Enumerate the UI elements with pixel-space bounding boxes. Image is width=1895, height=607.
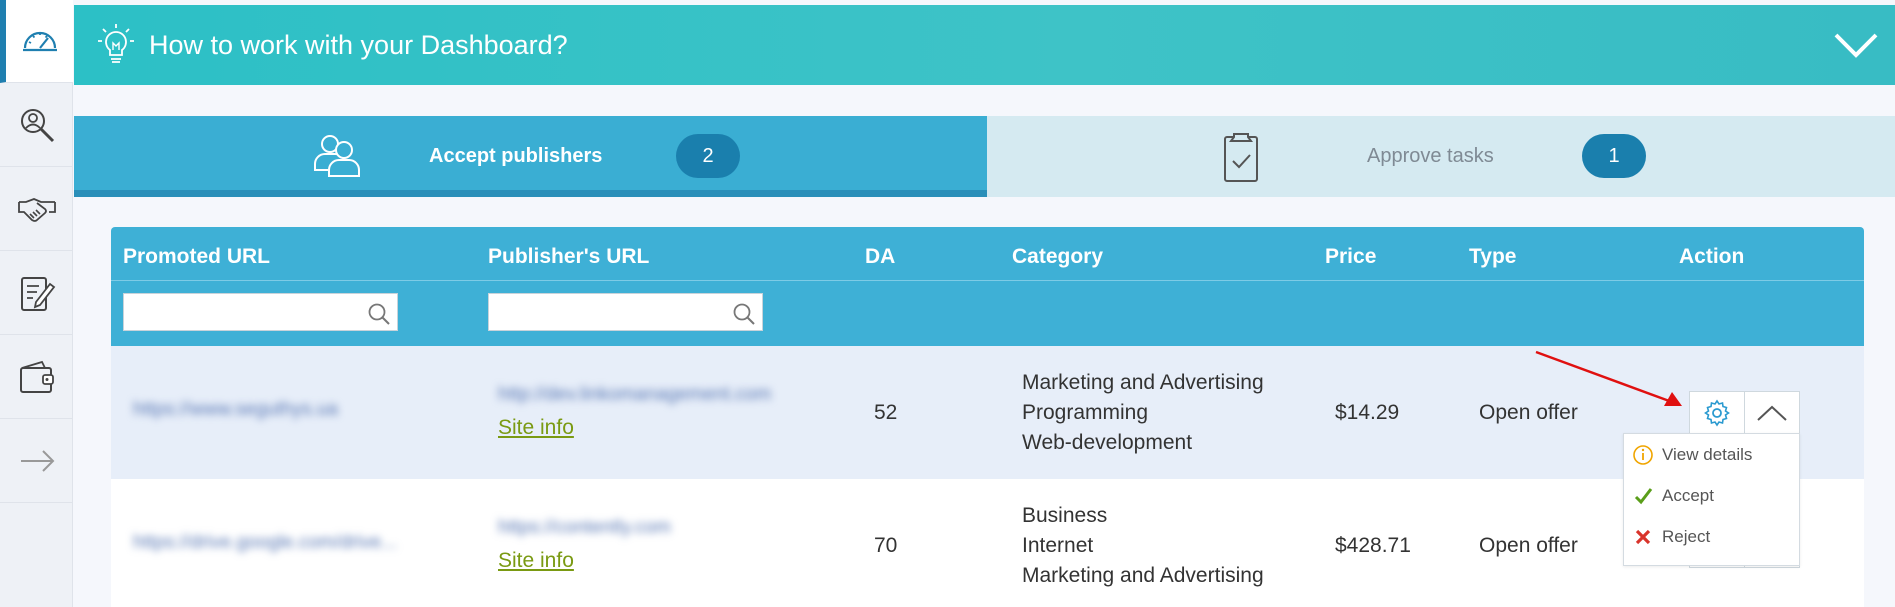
menu-item-reject[interactable]: Reject [1632, 522, 1710, 552]
sidebar-item-wallet[interactable] [0, 336, 73, 419]
menu-item-label: Reject [1662, 527, 1711, 546]
promoted-url-filter-input[interactable] [124, 294, 397, 330]
promoted-url[interactable]: https://drive.google.com/drive... [133, 532, 397, 554]
type-value: Open offer [1479, 401, 1578, 424]
column-action: Action [1679, 245, 1745, 268]
sidebar-item-search[interactable] [0, 84, 73, 167]
tab-approve-tasks-count: 1 [1582, 134, 1646, 178]
header-divider [111, 280, 1864, 281]
help-banner[interactable]: How to work with your Dashboard? [74, 5, 1895, 85]
gear-icon [1704, 399, 1730, 427]
x-icon [1632, 526, 1654, 548]
arrow-right-icon [20, 450, 54, 472]
table-row: https://drive.google.com/drive... https:… [111, 479, 1864, 607]
promoted-url[interactable]: https://www.seguthys.ua [133, 399, 338, 421]
publisher-url[interactable]: http://dev.linkomanagement.com [498, 384, 771, 406]
column-publishers-url[interactable]: Publisher's URL [488, 245, 649, 269]
tab-accept-publishers[interactable]: Accept publishers 2 [74, 116, 987, 197]
da-value: 70 [874, 534, 898, 557]
category-list: Business Internet Marketing and Advertis… [1022, 501, 1264, 591]
site-info-link[interactable]: Site info [498, 549, 574, 573]
tab-accept-publishers-label: Accept publishers [429, 145, 603, 167]
publishers-url-filter[interactable] [488, 293, 763, 331]
table-row: https://www.seguthys.ua http://dev.linko… [111, 346, 1864, 479]
chevron-down-icon[interactable] [1832, 29, 1880, 61]
dashboard-screen: How to work with your Dashboard? Accept … [0, 0, 1895, 607]
category-item: Marketing and Advertising [1022, 371, 1264, 394]
column-type[interactable]: Type [1469, 245, 1516, 269]
category-item: Programming [1022, 401, 1149, 424]
collapse-button[interactable] [1744, 391, 1800, 435]
sidebar-item-tasks[interactable] [0, 252, 73, 335]
site-info-link[interactable]: Site info [498, 416, 574, 440]
category-item: Marketing and Advertising [1022, 564, 1264, 587]
users-icon [314, 135, 360, 177]
column-category[interactable]: Category [1012, 245, 1103, 269]
category-item: Internet [1022, 534, 1094, 557]
category-list: Marketing and Advertising Programming We… [1022, 368, 1264, 458]
price-value: $14.29 [1335, 401, 1400, 424]
publishers-url-filter-input[interactable] [489, 294, 762, 330]
publishers-table: Promoted URL Publisher's URL DA Category… [111, 227, 1864, 607]
speedometer-icon [22, 31, 57, 52]
sidebar-item-dashboard[interactable] [0, 0, 73, 83]
promoted-url-filter[interactable] [123, 293, 398, 331]
menu-item-view-details[interactable]: View details [1632, 440, 1752, 470]
category-item: Business [1022, 504, 1108, 527]
menu-item-label: Accept [1662, 486, 1714, 505]
menu-item-label: View details [1662, 445, 1753, 464]
check-icon [1632, 485, 1654, 507]
action-menu: View details Accept Reject [1623, 433, 1800, 566]
column-price[interactable]: Price [1325, 245, 1376, 269]
da-value: 52 [874, 401, 898, 424]
wallet-icon [19, 360, 54, 393]
edit-document-icon [20, 277, 55, 311]
clipboard-check-icon [1224, 133, 1258, 182]
tab-approve-tasks[interactable]: Approve tasks 1 [987, 116, 1895, 197]
chevron-up-icon [1757, 405, 1787, 421]
settings-button[interactable] [1689, 391, 1745, 435]
sidebar-item-deals[interactable] [0, 168, 73, 251]
sidebar-item-logout[interactable] [0, 420, 73, 503]
tab-accept-publishers-count: 2 [676, 134, 740, 178]
tab-approve-tasks-label: Approve tasks [1367, 145, 1494, 167]
publisher-url[interactable]: https://contently.com [498, 517, 671, 539]
column-da[interactable]: DA [865, 245, 895, 269]
sidebar [0, 0, 73, 607]
category-item: Web-development [1022, 431, 1193, 454]
type-value: Open offer [1479, 534, 1578, 557]
price-value: $428.71 [1335, 534, 1411, 557]
banner-title: How to work with your Dashboard? [149, 30, 568, 60]
column-promoted-url[interactable]: Promoted URL [123, 245, 270, 269]
menu-item-accept[interactable]: Accept [1632, 481, 1714, 511]
handshake-icon [17, 198, 56, 222]
table-header: Promoted URL Publisher's URL DA Category… [111, 227, 1864, 346]
search-icon[interactable] [367, 302, 391, 326]
lightbulb-icon [98, 24, 134, 63]
info-icon [1632, 444, 1654, 466]
user-search-icon [20, 109, 54, 143]
search-icon[interactable] [732, 302, 756, 326]
